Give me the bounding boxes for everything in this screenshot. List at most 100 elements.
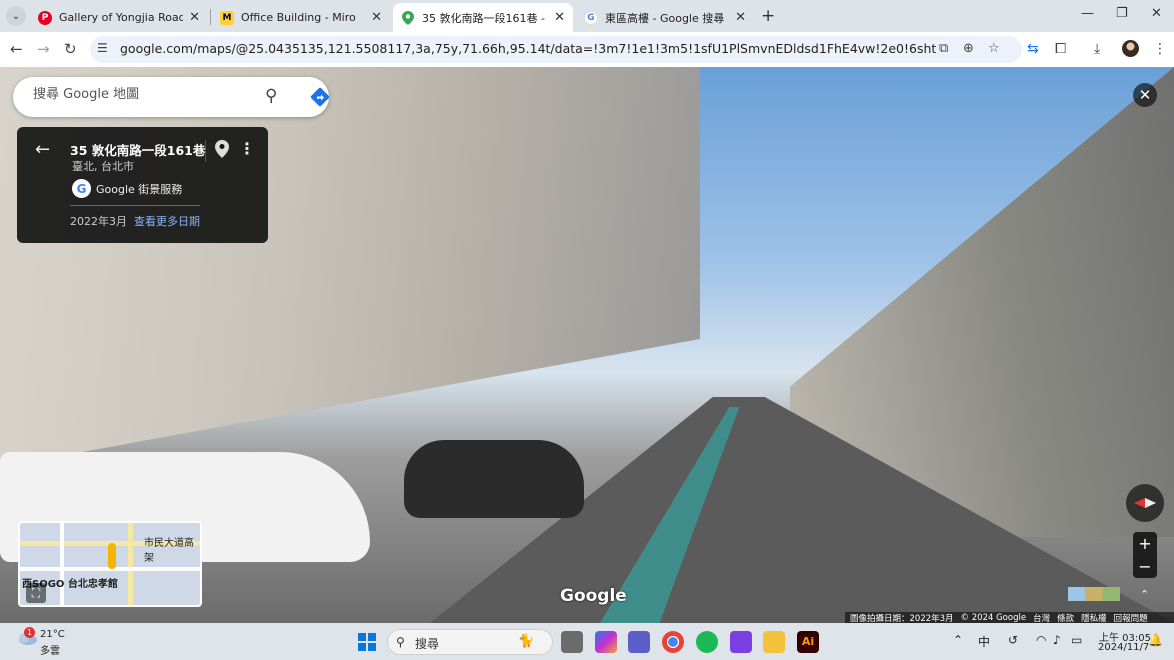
google-icon: G [584,10,598,25]
location-info-card: ← 35 敦化南路一段161巷 臺北, 台北市 ⋮ G Google 街景服務 … [17,127,268,243]
map-footer: 圖像拍攝日期：2022年3月 © 2024 Google 台灣 條款 隱私權 回… [845,612,1174,624]
mini-map[interactable]: 市民大道高架 西SOGO 台北忠孝館 ⛶ [18,521,202,607]
location-subtitle: 臺北, 台北市 [72,160,134,173]
tab-title: 35 敦化南路一段161巷 - Goog [422,11,548,25]
task-view-icon[interactable] [561,631,583,653]
imagery-source: Google 街景服務 [96,183,183,196]
compass-control[interactable] [1126,484,1164,522]
search-highlight-icon: 🐈 [518,634,535,649]
expand-map-icon[interactable]: ⛶ [26,583,46,603]
copyright-text: © 2024 Google [960,612,1027,623]
close-window-icon[interactable]: ✕ [1151,6,1162,21]
notification-bell-icon[interactable]: 🔔 [1148,633,1163,647]
pegman-icon[interactable] [108,543,116,569]
minimize-icon[interactable]: — [1081,6,1094,21]
capture-date-footer: 圖像拍攝日期：2022年3月 [850,613,954,624]
address-bar[interactable]: ☰ google.com/maps/@25.0435135,121.550811… [90,36,1022,63]
tab-title: Gallery of Yongjia Road Youth [59,11,184,24]
close-tab-icon[interactable]: ✕ [735,10,746,25]
tab-miro[interactable]: M Office Building - Miro ✕ [212,3,390,32]
close-tab-icon[interactable]: ✕ [554,10,565,25]
layers-thumbnails[interactable] [1068,587,1120,601]
close-street-view-button[interactable]: ✕ [1133,83,1157,107]
volume-icon[interactable]: ♪ [1053,633,1061,647]
tab-pinterest[interactable]: P Gallery of Yongjia Road Youth ✕ [30,3,208,32]
weather-desc[interactable]: 多雲 [40,642,60,657]
new-tab-button[interactable]: + [761,6,775,26]
see-more-dates-link[interactable]: 查看更多日期 [134,213,200,229]
teams-icon[interactable] [628,631,650,653]
location-title: 35 敦化南路一段161巷 [70,143,206,158]
google-g-logo-icon: G [72,179,91,198]
weather-badge: 1 [24,627,35,638]
search-icon[interactable]: ⚲ [265,86,277,106]
profile-avatar[interactable] [1122,40,1139,57]
footer-link-privacy[interactable]: 隱私權 [1081,612,1107,624]
bookmark-star-icon[interactable]: ☆ [988,41,1000,56]
zoom-out-button[interactable]: − [1133,555,1157,578]
download-icon[interactable]: ⤓ [1094,41,1100,57]
taskbar-search[interactable]: ⚲ 搜尋 🐈 [387,629,553,655]
close-tab-icon[interactable]: ✕ [371,10,382,25]
ime-mode-icon[interactable]: ↺ [1008,633,1018,647]
back-arrow-icon[interactable]: ← [35,139,50,160]
battery-icon[interactable]: ▭ [1071,633,1082,647]
clock-date[interactable]: 2024/11/7 [1098,642,1149,653]
url-text[interactable]: google.com/maps/@25.0435135,121.5508117,… [120,41,936,56]
black-car [404,440,584,518]
map-road [60,523,64,605]
translate-icon[interactable]: ⇆ [1027,41,1039,57]
tab-strip: ⌄ P Gallery of Yongjia Road Youth ✕ M Of… [0,0,1174,32]
forward-icon[interactable]: → [37,40,50,58]
os-taskbar [0,623,1174,660]
extensions-icon[interactable]: ⧠ [1055,41,1066,57]
compass-icon [1134,498,1156,508]
more-options-icon[interactable]: ⋮ [239,139,255,158]
footer-link-region[interactable]: 台灣 [1033,612,1050,624]
wifi-icon[interactable]: ◠ [1036,633,1046,647]
browser-toolbar: ← → ↻ ☰ google.com/maps/@25.0435135,121.… [0,32,1174,67]
back-icon[interactable]: ← [10,40,23,58]
location-pin-icon[interactable] [215,140,229,158]
spotify-icon[interactable] [696,631,718,653]
file-explorer-icon[interactable] [763,631,785,653]
copilot-icon[interactable] [595,631,617,653]
chevron-down-icon: ⌄ [11,10,21,22]
tab-title: 東區高樓 - Google 搜尋 [605,11,725,25]
pinterest-icon: P [38,10,52,25]
capture-date: 2022年3月 [70,215,127,228]
search-input[interactable] [33,87,233,102]
google-maps-icon [401,10,415,25]
divider [70,205,200,206]
menu-icon[interactable]: ⋮ [1153,41,1167,57]
google-watermark: Google [560,586,627,606]
chrome-icon[interactable] [662,631,684,653]
map-label-road: 市民大道高架 [144,538,194,564]
instagram-icon[interactable] [730,631,752,653]
directions-icon[interactable] [309,86,331,108]
close-tab-icon[interactable]: ✕ [189,10,200,25]
tab-search-button[interactable]: ⌄ [6,6,26,26]
miro-icon: M [220,10,234,25]
search-icon: ⚲ [396,635,405,649]
tab-google-search[interactable]: G 東區高樓 - Google 搜尋 ✕ [576,3,754,32]
restore-icon[interactable]: ❐ [1116,6,1128,21]
maps-search-box: ⚲ [13,77,331,117]
site-info-icon[interactable]: ☰ [97,41,108,55]
zoom-icon[interactable]: ⊕ [963,41,974,56]
footer-link-report[interactable]: 回報問題 [1114,612,1148,624]
windows-start-icon[interactable] [356,631,378,653]
footer-link-terms[interactable]: 條款 [1057,612,1074,624]
ime-indicator[interactable]: 中 [978,633,990,650]
chevron-up-icon[interactable]: ⌃ [1140,588,1149,601]
tab-title: Office Building - Miro [241,11,356,24]
open-in-app-icon[interactable]: ⧉ [939,41,948,56]
zoom-in-button[interactable]: + [1133,532,1157,555]
reload-icon[interactable]: ↻ [64,40,77,58]
divider [205,140,206,162]
zoom-controls: + − [1133,532,1157,578]
weather-temp[interactable]: 21°C [40,629,65,640]
illustrator-icon[interactable]: Ai [797,631,819,653]
tab-google-maps[interactable]: 35 敦化南路一段161巷 - Goog ✕ [393,3,573,32]
chevron-up-tray-icon[interactable]: ⌃ [953,633,963,647]
